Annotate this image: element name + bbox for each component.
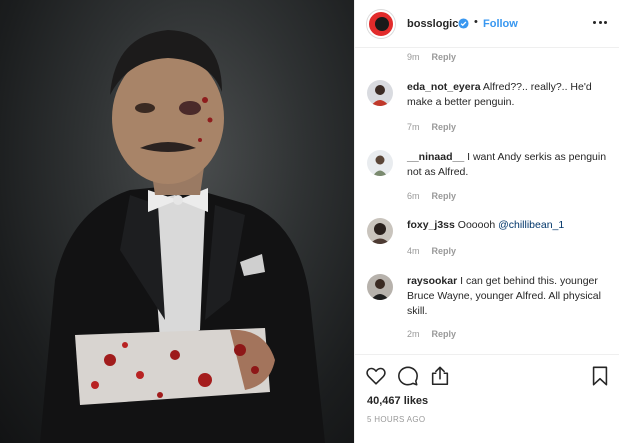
comment-text: foxy_j3ss Oooooh @chillibean_1 [407, 218, 607, 233]
author-username[interactable]: bosslogic [407, 18, 458, 30]
comment-meta-top: 9m Reply [407, 52, 456, 62]
like-count[interactable]: 40,467 likes [367, 395, 428, 407]
heart-icon[interactable] [365, 365, 387, 387]
post-header: bosslogic • Follow [355, 0, 619, 48]
post-side-panel: bosslogic • Follow 9m Reply eda_not_eyera… [354, 0, 619, 443]
comment-time: 4m [407, 246, 420, 256]
header-separator: • [474, 16, 478, 28]
share-icon[interactable] [429, 365, 451, 387]
verified-badge-icon [458, 18, 469, 29]
comment-time: 2m [407, 329, 420, 339]
reply-button[interactable]: Reply [432, 246, 457, 256]
commenter-avatar[interactable] [367, 80, 393, 106]
author-avatar[interactable] [367, 10, 395, 38]
reply-button[interactable]: Reply [432, 52, 457, 62]
post-photo[interactable] [0, 0, 354, 443]
commenter-username[interactable]: eda_not_eyera [407, 81, 481, 93]
comment-meta: 2m Reply [407, 329, 456, 339]
post-photo-illustration [40, 30, 325, 443]
commenter-avatar[interactable] [367, 218, 393, 244]
comment-meta: 6m Reply [407, 191, 456, 201]
comment-text: __ninaad__ I want Andy serkis as penguin… [407, 150, 607, 180]
comment-mention[interactable]: @chillibean_1 [498, 219, 564, 231]
comments-list[interactable]: 9m Reply eda_not_eyera Alfred??.. really?… [355, 48, 619, 354]
comment-icon[interactable] [397, 365, 419, 387]
comment-body: Oooooh [457, 219, 499, 231]
comment-time: 7m [407, 122, 420, 132]
post-timestamp[interactable]: 5 HOURS AGO [367, 415, 425, 424]
reply-button[interactable]: Reply [432, 122, 457, 132]
commenter-avatar[interactable] [367, 150, 393, 176]
post-actions: 40,467 likes 5 HOURS AGO [355, 354, 619, 443]
commenter-username[interactable]: raysookar [407, 275, 457, 287]
bookmark-icon[interactable] [589, 365, 611, 387]
comment-text: raysookar I can get behind this. younger… [407, 274, 607, 319]
comment-time: 9m [407, 52, 420, 62]
commenter-username[interactable]: foxy_j3ss [407, 219, 455, 231]
more-options-icon[interactable] [591, 16, 609, 30]
reply-button[interactable]: Reply [432, 329, 457, 339]
commenter-avatar[interactable] [367, 274, 393, 300]
commenter-username[interactable]: __ninaad__ [407, 151, 464, 163]
reply-button[interactable]: Reply [432, 191, 457, 201]
comment-text: eda_not_eyera Alfred??.. really?.. He'd … [407, 80, 607, 110]
comment-time: 6m [407, 191, 420, 201]
comment-meta: 7m Reply [407, 122, 456, 132]
comment-meta: 4m Reply [407, 246, 456, 256]
follow-button[interactable]: Follow [483, 18, 518, 30]
